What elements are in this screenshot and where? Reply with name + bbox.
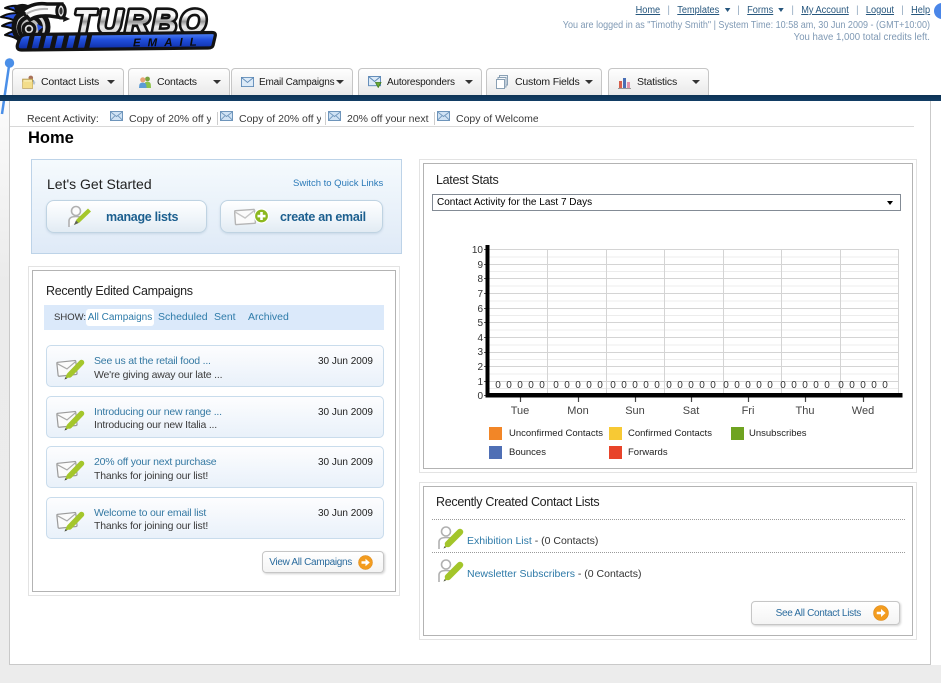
svg-text:0: 0	[688, 380, 694, 391]
svg-text:4: 4	[477, 333, 483, 344]
svg-text:0: 0	[506, 380, 512, 391]
svg-text:10: 10	[472, 245, 484, 256]
svg-text:0: 0	[564, 380, 570, 391]
svg-text:6: 6	[477, 304, 483, 315]
svg-text:0: 0	[767, 380, 773, 391]
svg-text:0: 0	[871, 380, 877, 391]
svg-text:0: 0	[860, 380, 866, 391]
svg-text:0: 0	[838, 380, 844, 391]
svg-text:Sun: Sun	[625, 405, 645, 417]
svg-text:0: 0	[699, 380, 705, 391]
svg-text:0: 0	[813, 380, 819, 391]
svg-text:0: 0	[495, 380, 501, 391]
svg-text:Tue: Tue	[511, 405, 530, 417]
svg-text:0: 0	[654, 380, 660, 391]
svg-text:0: 0	[632, 380, 638, 391]
svg-text:0: 0	[586, 380, 592, 391]
svg-text:0: 0	[621, 380, 627, 391]
svg-text:9: 9	[477, 260, 483, 271]
svg-text:0: 0	[882, 380, 888, 391]
svg-text:7: 7	[477, 289, 483, 300]
svg-text:0: 0	[723, 380, 729, 391]
svg-text:0: 0	[666, 380, 672, 391]
svg-text:0: 0	[597, 380, 603, 391]
svg-text:0: 0	[745, 380, 751, 391]
svg-text:0: 0	[610, 380, 616, 391]
svg-text:0: 0	[539, 380, 545, 391]
svg-text:5: 5	[477, 318, 483, 329]
svg-text:0: 0	[677, 380, 683, 391]
svg-text:0: 0	[849, 380, 855, 391]
svg-text:0: 0	[802, 380, 808, 391]
svg-text:0: 0	[710, 380, 716, 391]
svg-text:0: 0	[575, 380, 581, 391]
svg-text:0: 0	[517, 380, 523, 391]
svg-text:Sat: Sat	[683, 405, 700, 417]
svg-text:Mon: Mon	[567, 405, 588, 417]
svg-text:Fri: Fri	[742, 405, 755, 417]
svg-text:0: 0	[780, 380, 786, 391]
svg-text:0: 0	[756, 380, 762, 391]
svg-text:0: 0	[477, 391, 483, 402]
svg-text:2: 2	[477, 362, 483, 373]
svg-text:Wed: Wed	[852, 405, 874, 417]
svg-text:0: 0	[734, 380, 740, 391]
svg-text:0: 0	[643, 380, 649, 391]
svg-text:0: 0	[528, 380, 534, 391]
svg-text:8: 8	[477, 274, 483, 285]
svg-text:0: 0	[791, 380, 797, 391]
svg-text:3: 3	[477, 347, 483, 358]
svg-text:EMAIL: EMAIL	[133, 37, 204, 50]
svg-text:0: 0	[824, 380, 830, 391]
svg-text:1: 1	[477, 377, 483, 388]
svg-text:0: 0	[553, 380, 559, 391]
svg-text:Thu: Thu	[796, 405, 815, 417]
